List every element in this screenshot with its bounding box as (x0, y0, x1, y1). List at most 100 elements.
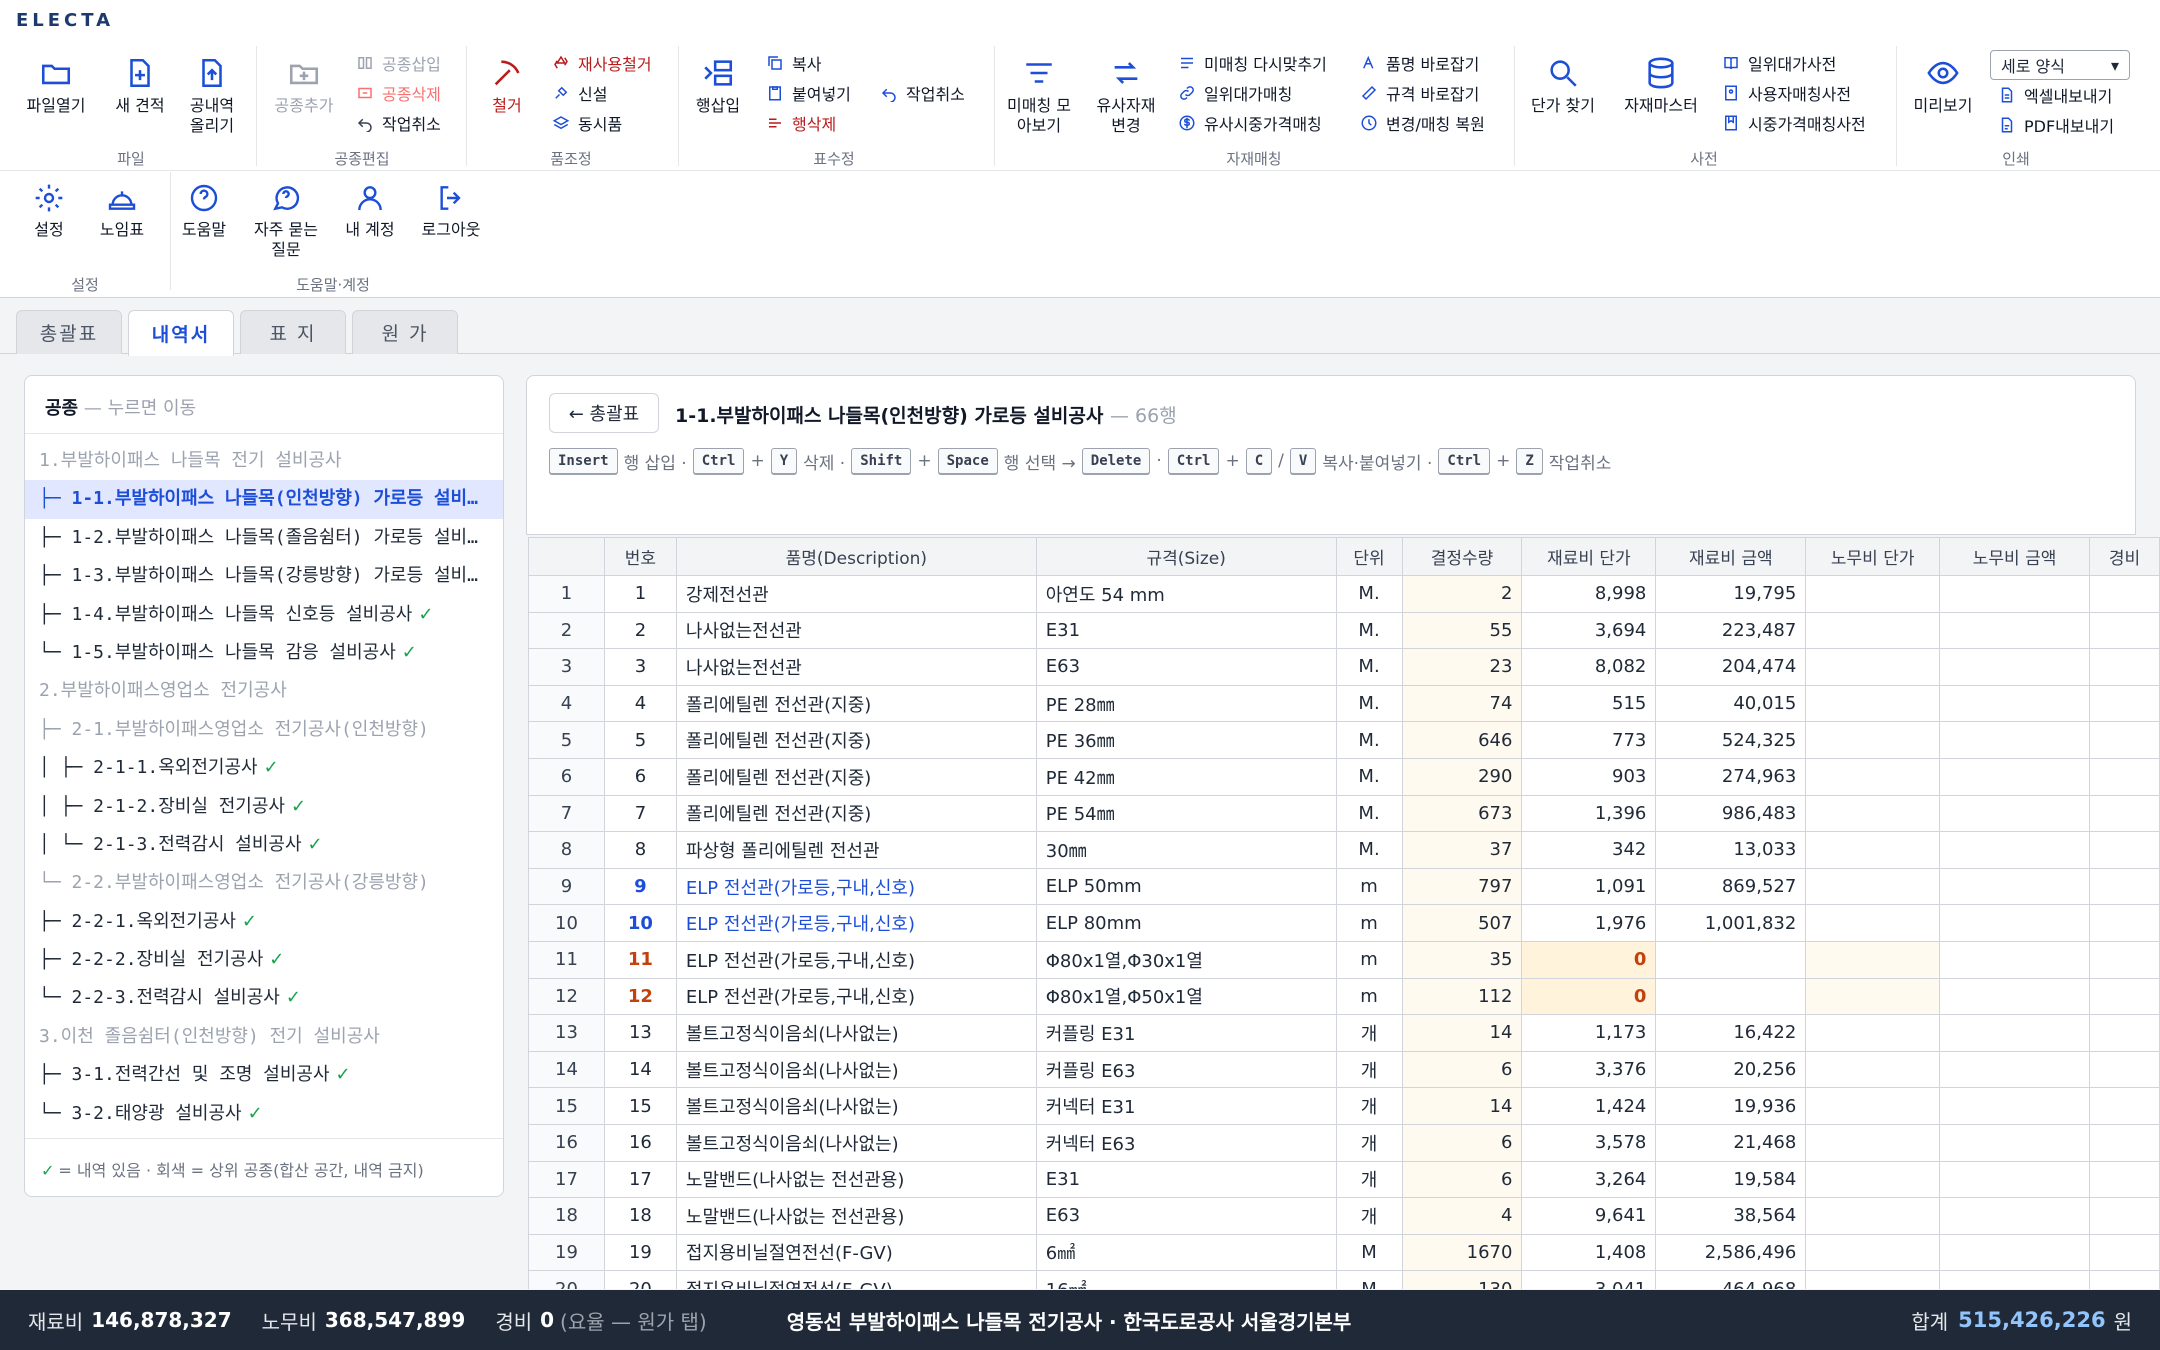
cell-size[interactable]: 아연도 54 mm (1035, 575, 1337, 613)
insert-item-button[interactable]: 공종삽입 (356, 50, 441, 76)
my-account-button[interactable]: 내 계정 (340, 182, 400, 240)
cell-desc[interactable]: 폴리에틸렌 전선관(지중) (675, 721, 1037, 759)
cell-size[interactable]: 커넥터 E31 (1035, 1087, 1337, 1125)
cell-mat-price[interactable]: 3,578 (1521, 1123, 1657, 1162)
table-row[interactable]: 7 7 폴리에틸렌 전선관(지중) PE 54㎜ M. 673 1,396 986,483 (528, 794, 2160, 833)
cell-rn[interactable]: 17 (528, 1160, 605, 1199)
cell-empty[interactable] (1939, 1014, 2090, 1052)
table-row[interactable]: 2020접지용비닐절연전선(F-GV)16㎟M1303,041464,968 (528, 1270, 2160, 1289)
excel-export-button[interactable]: 엑셀내보내기 (1998, 82, 2112, 108)
undo-table-button[interactable]: 작업취소 (880, 80, 965, 106)
cell-mat-price[interactable]: 3,264 (1521, 1160, 1657, 1199)
cell-size[interactable]: Φ80x1열,Φ50x1열 (1035, 977, 1337, 1016)
cell-desc[interactable]: 볼트고정식이음쇠(나사없는) (675, 1087, 1037, 1125)
cell-mat-amount[interactable]: 524,325 (1655, 721, 1807, 759)
cell-unit[interactable]: m (1335, 977, 1403, 1016)
cell-no[interactable]: 9 (603, 867, 677, 906)
cell-empty[interactable] (1805, 1014, 1941, 1052)
orientation-select[interactable]: 세로 양식 ▾ (1990, 50, 2130, 80)
cell-no[interactable]: 5 (603, 721, 677, 759)
cell-rn[interactable]: 13 (528, 1014, 605, 1052)
add-item-button[interactable]: 공종추가 (268, 56, 340, 116)
cell-mat-amount[interactable] (1655, 977, 1807, 1016)
cell-empty[interactable] (1939, 1160, 2090, 1199)
cell-desc[interactable]: 파상형 폴리에틸렌 전선관 (675, 831, 1037, 869)
name-fix-button[interactable]: 품명 바로잡기 (1360, 50, 1479, 76)
cell-mat-amount[interactable]: 869,527 (1655, 867, 1807, 906)
cell-mat-amount[interactable]: 274,963 (1655, 757, 1807, 796)
table-row[interactable]: 18 18 노말밴드(나사없는 전선관용) E63 개 4 9,641 38,564 (528, 1197, 2160, 1235)
cell-mat-price[interactable]: 3,041 (1521, 1270, 1657, 1289)
logout-button[interactable]: 로그아웃 (416, 182, 486, 240)
cell-empty[interactable] (1805, 757, 1941, 796)
cell-mat-price[interactable]: 903 (1521, 757, 1657, 796)
cell-mat-amount[interactable]: 223,487 (1655, 611, 1807, 650)
cell-empty[interactable] (1805, 611, 1941, 650)
column-header[interactable]: 재료비 금액 (1655, 537, 1807, 576)
cell-mat-amount[interactable]: 464,968 (1655, 1270, 1807, 1289)
cell-mat-amount[interactable]: 204,474 (1655, 648, 1807, 686)
cell-empty[interactable] (1805, 904, 1941, 942)
cell-rn[interactable]: 9 (528, 867, 605, 906)
unit-price-match-button[interactable]: 일위대가매칭 (1178, 80, 1292, 106)
table-row[interactable]: 5 5 폴리에틸렌 전선관(지중) PE 36㎜ M. 646 773 524,325 (528, 721, 2160, 759)
cell-mat-price[interactable]: 0 (1521, 977, 1657, 1016)
cell-qty[interactable]: 6 (1401, 1050, 1523, 1089)
tree-node[interactable]: │ └─ 2-1-3.전력감시 설비공사 ✓ (25, 826, 503, 864)
cell-empty[interactable] (1805, 1270, 1941, 1289)
tree-node[interactable]: 1.부발하이패스 나들목 전기 설비공사 (25, 442, 503, 480)
cell-qty[interactable]: 673 (1401, 794, 1523, 833)
cell-desc[interactable]: 볼트고정식이음쇠(나사없는) (675, 1123, 1037, 1162)
cell-empty[interactable] (2088, 794, 2160, 833)
table-row[interactable]: 1 1 강제전선관 아연도 54 mm M. 2 8,998 19,795 (528, 575, 2160, 613)
cell-size[interactable]: PE 42㎜ (1035, 757, 1337, 796)
cell-empty[interactable] (1805, 1197, 1941, 1235)
cell-empty[interactable] (2088, 757, 2160, 796)
cell-no[interactable]: 4 (603, 684, 677, 723)
cell-empty[interactable] (1939, 611, 2090, 650)
faq-button[interactable]: 자주 묻는 질문 (246, 182, 326, 260)
cell-qty[interactable]: 37 (1401, 831, 1523, 869)
cell-unit[interactable]: m (1335, 940, 1403, 979)
cell-rn[interactable]: 14 (528, 1050, 605, 1089)
cell-empty[interactable] (1939, 1123, 2090, 1162)
tree-node[interactable]: ├─ 1-3.부발하이패스 나들목(강릉방향) 가로등 설비공사 (25, 557, 503, 595)
cell-empty[interactable] (1939, 1233, 2090, 1272)
cell-unit[interactable]: 개 (1335, 1087, 1403, 1125)
cell-no[interactable]: 20 (603, 1270, 677, 1289)
cell-empty[interactable] (1805, 648, 1941, 686)
cell-empty[interactable] (2088, 684, 2160, 723)
cell-empty[interactable] (1805, 1087, 1941, 1125)
cell-no[interactable]: 17 (603, 1160, 677, 1199)
cell-empty[interactable] (1939, 1197, 2090, 1235)
cell-rn[interactable]: 8 (528, 831, 605, 869)
cell-unit[interactable]: M. (1335, 721, 1403, 759)
undo-item-button[interactable]: 작업취소 (356, 110, 441, 136)
column-header[interactable]: 재료비 단가 (1521, 537, 1657, 576)
unmatched-button[interactable]: 미매칭 모아보기 (1004, 56, 1074, 136)
preview-button[interactable]: 미리보기 (1906, 56, 1980, 116)
cell-empty[interactable] (1939, 1270, 2090, 1289)
cell-desc[interactable]: 폴리에틸렌 전선관(지중) (675, 757, 1037, 796)
cell-unit[interactable]: M. (1335, 611, 1403, 650)
cell-empty[interactable] (1939, 1087, 2090, 1125)
cell-qty[interactable]: 14 (1401, 1014, 1523, 1052)
cell-mat-amount[interactable]: 19,584 (1655, 1160, 1807, 1199)
cell-unit[interactable]: 개 (1335, 1197, 1403, 1235)
cell-no[interactable]: 11 (603, 940, 677, 979)
table-row[interactable]: 3 3 나사없는전선관 E63 M. 23 8,082 204,474 (528, 648, 2160, 686)
cell-size[interactable]: E31 (1035, 611, 1337, 650)
delete-item-button[interactable]: 공종삭제 (356, 80, 441, 106)
rematch-button[interactable]: 미매칭 다시맞추기 (1178, 50, 1327, 76)
table-row[interactable]: 4 4 폴리에틸렌 전선관(지중) PE 28㎜ M. 74 515 40,015 (528, 684, 2160, 723)
cell-unit[interactable]: M. (1335, 575, 1403, 613)
cell-mat-amount[interactable] (1655, 940, 1807, 979)
cell-desc[interactable]: 접지용비닐절연전선(F-GV) (675, 1270, 1037, 1289)
cell-mat-price[interactable]: 342 (1521, 831, 1657, 869)
table-row[interactable]: 11 11 ELP 전선관(가로등,구내,신호) Φ80x1열,Φ30x1열 m 35 0 (528, 940, 2160, 979)
cell-empty[interactable] (1939, 684, 2090, 723)
cell-rn[interactable]: 19 (528, 1233, 605, 1272)
cell-desc[interactable]: 강제전선관 (675, 575, 1037, 613)
column-header[interactable]: 규격(Size) (1035, 537, 1337, 576)
table-row[interactable]: 15 15 볼트고정식이음쇠(나사없는) 커넥터 E31 개 14 1,424 19,936 (528, 1087, 2160, 1125)
